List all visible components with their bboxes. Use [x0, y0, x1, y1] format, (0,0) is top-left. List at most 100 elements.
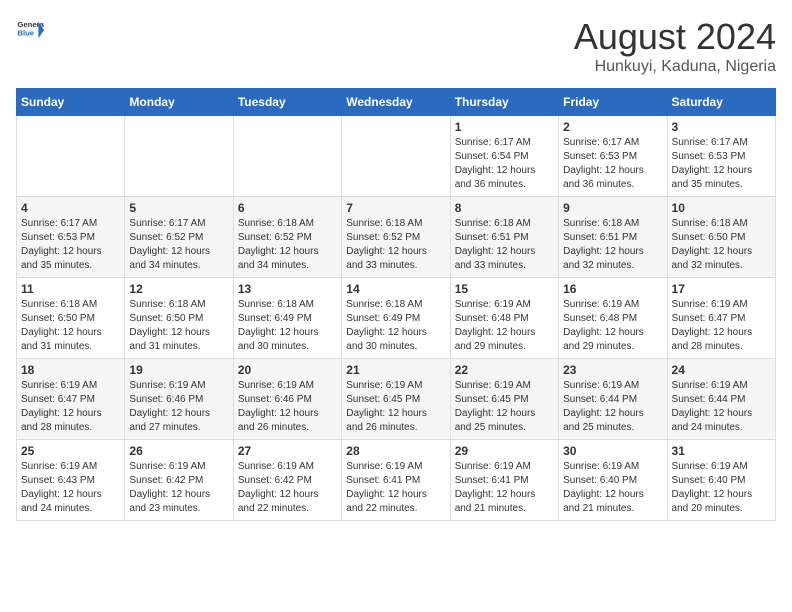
- calendar-week-row: 18Sunrise: 6:19 AMSunset: 6:47 PMDayligh…: [17, 359, 776, 440]
- calendar-cell: 15 Sunrise: 6:19 AMSunset: 6:48 PMDayligh…: [450, 278, 558, 359]
- day-number: 19: [129, 363, 228, 377]
- days-of-week-row: SundayMondayTuesdayWednesdayThursdayFrid…: [17, 89, 776, 116]
- day-number: 1: [455, 120, 554, 134]
- day-info: Sunrise: 6:19 AMSunset: 6:40 PMDaylight:…: [672, 460, 771, 516]
- day-of-week-header: Tuesday: [233, 89, 341, 116]
- day-of-week-header: Friday: [559, 89, 667, 116]
- calendar-week-row: 1 Sunrise: 6:17 AMSunset: 6:54 PMDaylight…: [17, 116, 776, 197]
- calendar-week-row: 11 Sunrise: 6:18 AMSunset: 6:50 PMDayligh…: [17, 278, 776, 359]
- day-info: Sunrise: 6:19 AMSunset: 6:44 PMDaylight:…: [563, 379, 662, 435]
- day-info: Sunrise: 6:18 AMSunset: 6:49 PMDaylight:…: [238, 298, 337, 354]
- day-number: 14: [346, 282, 445, 296]
- day-info: Sunrise: 6:18 AMSunset: 6:52 PMDaylight:…: [238, 217, 337, 273]
- day-number: 30: [563, 444, 662, 458]
- svg-text:Blue: Blue: [17, 29, 34, 38]
- calendar-cell: 20Sunrise: 6:19 AMSunset: 6:46 PMDayligh…: [233, 359, 341, 440]
- day-info: Sunrise: 6:19 AMSunset: 6:46 PMDaylight:…: [129, 379, 228, 435]
- day-number: 31: [672, 444, 771, 458]
- day-info: Sunrise: 6:18 AMSunset: 6:50 PMDaylight:…: [129, 298, 228, 354]
- logo: General Blue: [16, 16, 44, 44]
- calendar-cell: 14Sunrise: 6:18 AMSunset: 6:49 PMDayligh…: [342, 278, 450, 359]
- day-number: 17: [672, 282, 771, 296]
- calendar-cell: 25Sunrise: 6:19 AMSunset: 6:43 PMDayligh…: [17, 440, 125, 521]
- day-number: 29: [455, 444, 554, 458]
- day-number: 9: [563, 201, 662, 215]
- calendar-week-row: 4 Sunrise: 6:17 AMSunset: 6:53 PMDaylight…: [17, 197, 776, 278]
- day-number: 2: [563, 120, 662, 134]
- day-info: Sunrise: 6:19 AMSunset: 6:47 PMDaylight:…: [672, 298, 771, 354]
- calendar-cell: 29 Sunrise: 6:19 AMSunset: 6:41 PMDayligh…: [450, 440, 558, 521]
- page-header: General Blue August 2024 Hunkuyi, Kaduna…: [16, 16, 776, 76]
- calendar-cell: 10 Sunrise: 6:18 AMSunset: 6:50 PMDayligh…: [667, 197, 775, 278]
- day-of-week-header: Monday: [125, 89, 233, 116]
- calendar-cell: 30 Sunrise: 6:19 AMSunset: 6:40 PMDayligh…: [559, 440, 667, 521]
- calendar-cell: 5 Sunrise: 6:17 AMSunset: 6:52 PMDaylight…: [125, 197, 233, 278]
- day-info: Sunrise: 6:18 AMSunset: 6:50 PMDaylight:…: [672, 217, 771, 273]
- calendar-week-row: 25Sunrise: 6:19 AMSunset: 6:43 PMDayligh…: [17, 440, 776, 521]
- day-info: Sunrise: 6:19 AMSunset: 6:40 PMDaylight:…: [563, 460, 662, 516]
- day-number: 28: [346, 444, 445, 458]
- day-info: Sunrise: 6:17 AMSunset: 6:53 PMDaylight:…: [672, 136, 771, 192]
- day-number: 15: [455, 282, 554, 296]
- day-number: 22: [455, 363, 554, 377]
- day-number: 8: [455, 201, 554, 215]
- calendar-cell: 16 Sunrise: 6:19 AMSunset: 6:48 PMDayligh…: [559, 278, 667, 359]
- day-number: 6: [238, 201, 337, 215]
- day-info: Sunrise: 6:17 AMSunset: 6:53 PMDaylight:…: [21, 217, 120, 273]
- day-info: Sunrise: 6:19 AMSunset: 6:41 PMDaylight:…: [455, 460, 554, 516]
- day-info: Sunrise: 6:17 AMSunset: 6:54 PMDaylight:…: [455, 136, 554, 192]
- calendar-cell: 3 Sunrise: 6:17 AMSunset: 6:53 PMDaylight…: [667, 116, 775, 197]
- day-info: Sunrise: 6:19 AMSunset: 6:41 PMDaylight:…: [346, 460, 445, 516]
- day-number: 10: [672, 201, 771, 215]
- day-number: 4: [21, 201, 120, 215]
- day-info: Sunrise: 6:17 AMSunset: 6:52 PMDaylight:…: [129, 217, 228, 273]
- calendar-header: SundayMondayTuesdayWednesdayThursdayFrid…: [17, 89, 776, 116]
- day-info: Sunrise: 6:19 AMSunset: 6:48 PMDaylight:…: [455, 298, 554, 354]
- calendar-cell: 6 Sunrise: 6:18 AMSunset: 6:52 PMDaylight…: [233, 197, 341, 278]
- calendar-cell: 19 Sunrise: 6:19 AMSunset: 6:46 PMDayligh…: [125, 359, 233, 440]
- calendar-cell: 24Sunrise: 6:19 AMSunset: 6:44 PMDayligh…: [667, 359, 775, 440]
- day-info: Sunrise: 6:18 AMSunset: 6:50 PMDaylight:…: [21, 298, 120, 354]
- day-info: Sunrise: 6:19 AMSunset: 6:45 PMDaylight:…: [346, 379, 445, 435]
- day-info: Sunrise: 6:17 AMSunset: 6:53 PMDaylight:…: [563, 136, 662, 192]
- logo-icon: General Blue: [16, 16, 44, 44]
- day-info: Sunrise: 6:19 AMSunset: 6:44 PMDaylight:…: [672, 379, 771, 435]
- day-of-week-header: Thursday: [450, 89, 558, 116]
- calendar-cell: 17 Sunrise: 6:19 AMSunset: 6:47 PMDayligh…: [667, 278, 775, 359]
- day-of-week-header: Saturday: [667, 89, 775, 116]
- day-number: 26: [129, 444, 228, 458]
- calendar-cell: [17, 116, 125, 197]
- day-info: Sunrise: 6:18 AMSunset: 6:51 PMDaylight:…: [563, 217, 662, 273]
- day-number: 25: [21, 444, 120, 458]
- day-number: 5: [129, 201, 228, 215]
- day-number: 7: [346, 201, 445, 215]
- day-number: 27: [238, 444, 337, 458]
- day-info: Sunrise: 6:19 AMSunset: 6:48 PMDaylight:…: [563, 298, 662, 354]
- calendar-cell: 1 Sunrise: 6:17 AMSunset: 6:54 PMDaylight…: [450, 116, 558, 197]
- day-info: Sunrise: 6:19 AMSunset: 6:42 PMDaylight:…: [129, 460, 228, 516]
- calendar-cell: 2 Sunrise: 6:17 AMSunset: 6:53 PMDaylight…: [559, 116, 667, 197]
- calendar-cell: 9 Sunrise: 6:18 AMSunset: 6:51 PMDaylight…: [559, 197, 667, 278]
- day-number: 11: [21, 282, 120, 296]
- day-number: 3: [672, 120, 771, 134]
- calendar-cell: 13Sunrise: 6:18 AMSunset: 6:49 PMDayligh…: [233, 278, 341, 359]
- calendar-cell: [233, 116, 341, 197]
- calendar-table: SundayMondayTuesdayWednesdayThursdayFrid…: [16, 88, 776, 521]
- day-info: Sunrise: 6:19 AMSunset: 6:45 PMDaylight:…: [455, 379, 554, 435]
- day-info: Sunrise: 6:18 AMSunset: 6:51 PMDaylight:…: [455, 217, 554, 273]
- day-number: 20: [238, 363, 337, 377]
- day-info: Sunrise: 6:18 AMSunset: 6:52 PMDaylight:…: [346, 217, 445, 273]
- day-number: 16: [563, 282, 662, 296]
- day-info: Sunrise: 6:19 AMSunset: 6:42 PMDaylight:…: [238, 460, 337, 516]
- calendar-cell: 22 Sunrise: 6:19 AMSunset: 6:45 PMDayligh…: [450, 359, 558, 440]
- day-number: 21: [346, 363, 445, 377]
- title-area: August 2024 Hunkuyi, Kaduna, Nigeria: [574, 16, 776, 76]
- day-number: 23: [563, 363, 662, 377]
- calendar-cell: 23 Sunrise: 6:19 AMSunset: 6:44 PMDayligh…: [559, 359, 667, 440]
- calendar-cell: 31 Sunrise: 6:19 AMSunset: 6:40 PMDayligh…: [667, 440, 775, 521]
- calendar-cell: [342, 116, 450, 197]
- day-of-week-header: Wednesday: [342, 89, 450, 116]
- calendar-cell: 7 Sunrise: 6:18 AMSunset: 6:52 PMDaylight…: [342, 197, 450, 278]
- month-year: August 2024: [574, 16, 776, 58]
- calendar-cell: 11 Sunrise: 6:18 AMSunset: 6:50 PMDayligh…: [17, 278, 125, 359]
